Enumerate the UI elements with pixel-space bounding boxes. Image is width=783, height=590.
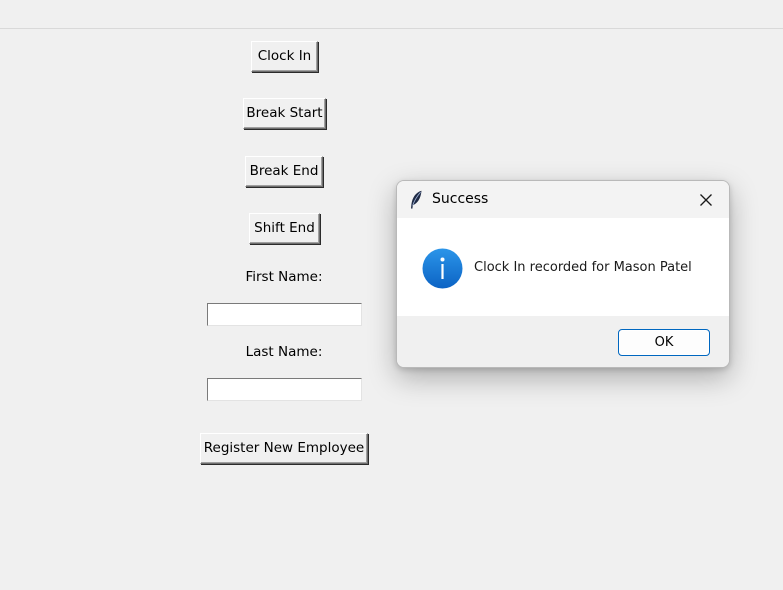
- last-name-label: Last Name:: [245, 344, 323, 360]
- dialog-body: Clock In recorded for Mason Patel: [397, 218, 729, 316]
- dialog-footer: OK: [397, 316, 729, 367]
- first-name-field[interactable]: [207, 303, 362, 326]
- clock-in-button[interactable]: Clock In: [251, 41, 318, 72]
- window-top-bar: [0, 0, 783, 29]
- feather-icon: [409, 190, 423, 210]
- dialog-message: Clock In recorded for Mason Patel: [474, 260, 692, 275]
- ok-button[interactable]: OK: [618, 329, 710, 356]
- dialog-titlebar[interactable]: Success: [397, 181, 729, 218]
- break-end-button[interactable]: Break End: [245, 156, 323, 187]
- break-start-button[interactable]: Break Start: [243, 98, 326, 129]
- success-dialog: Success Clock In recorded for Mason Pate…: [396, 180, 730, 368]
- register-employee-button[interactable]: Register New Employee: [200, 433, 368, 464]
- info-icon: [422, 248, 463, 289]
- dialog-title: Success: [432, 191, 489, 207]
- first-name-label: First Name:: [245, 269, 323, 285]
- shift-end-button[interactable]: Shift End: [249, 213, 320, 244]
- close-icon[interactable]: [683, 181, 729, 218]
- last-name-field[interactable]: [207, 378, 362, 401]
